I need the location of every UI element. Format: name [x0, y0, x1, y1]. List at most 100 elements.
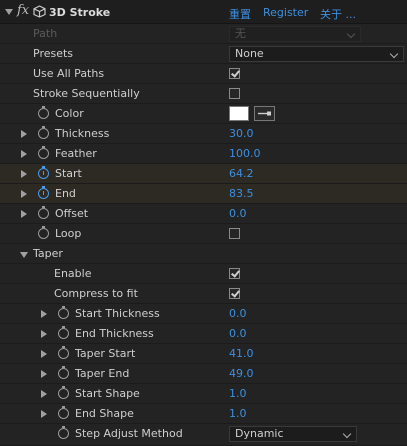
stopwatch-icon[interactable] [58, 346, 69, 359]
presets-dropdown-value: None [235, 47, 264, 60]
stopwatch-active-icon[interactable] [38, 186, 49, 199]
row-stroke-sequentially: Stroke Sequentially [0, 84, 407, 104]
end-shape-label: End Shape [75, 407, 134, 420]
step-adjust-method-dropdown[interactable]: Dynamic [229, 426, 357, 442]
compress-to-fit-checkbox[interactable] [229, 288, 240, 299]
register-link[interactable]: Register [263, 6, 308, 19]
enable-checkbox[interactable] [229, 268, 240, 279]
expand-triangle-icon[interactable] [41, 370, 47, 378]
effect-header: fx 3D Stroke 重置 Register 关于 ... [0, 0, 407, 24]
taper-group-label: Taper [33, 247, 63, 260]
chevron-down-icon [342, 429, 352, 439]
stopwatch-icon[interactable] [38, 206, 49, 219]
color-swatch[interactable] [229, 106, 249, 121]
end-value[interactable]: 83.5 [229, 184, 254, 204]
row-thickness: Thickness 30.0 [0, 124, 407, 144]
effect-controls-panel: fx 3D Stroke 重置 Register 关于 ... Path 无 P… [0, 0, 407, 446]
loop-checkbox[interactable] [229, 228, 240, 239]
row-taper-start: Taper Start 41.0 [0, 344, 407, 364]
taper-start-label: Taper Start [75, 347, 136, 360]
start-shape-value[interactable]: 1.0 [229, 384, 247, 404]
stopwatch-active-icon[interactable] [38, 166, 49, 179]
presets-dropdown[interactable]: None [229, 46, 404, 62]
taper-end-value[interactable]: 49.0 [229, 364, 254, 384]
collapse-triangle-icon[interactable] [20, 252, 28, 258]
about-link[interactable]: 关于 ... [320, 6, 356, 22]
fx-icon[interactable]: fx [17, 3, 29, 18]
taper-start-value[interactable]: 41.0 [229, 344, 254, 364]
end-shape-value[interactable]: 1.0 [229, 404, 247, 424]
offset-value[interactable]: 0.0 [229, 204, 247, 224]
stopwatch-icon[interactable] [58, 386, 69, 399]
offset-label: Offset [55, 207, 89, 220]
collapse-triangle-icon[interactable] [5, 9, 13, 15]
compress-to-fit-label: Compress to fit [54, 287, 138, 300]
use-all-paths-checkbox[interactable] [229, 68, 240, 79]
row-feather: Feather 100.0 [0, 144, 407, 164]
end-thickness-label: End Thickness [75, 327, 154, 340]
stopwatch-icon[interactable] [38, 226, 49, 239]
stopwatch-icon[interactable] [38, 146, 49, 159]
thickness-label: Thickness [55, 127, 110, 140]
reset-link[interactable]: 重置 [229, 6, 251, 22]
use-all-paths-label: Use All Paths [33, 67, 105, 80]
row-taper-end: Taper End 49.0 [0, 364, 407, 384]
row-end-thickness: End Thickness 0.0 [0, 324, 407, 344]
start-thickness-value[interactable]: 0.0 [229, 304, 247, 324]
row-use-all-paths: Use All Paths [0, 64, 407, 84]
start-value[interactable]: 64.2 [229, 164, 254, 184]
stopwatch-icon[interactable] [58, 426, 69, 439]
row-start: Start 64.2 [0, 164, 407, 184]
expand-triangle-icon[interactable] [21, 150, 27, 158]
stopwatch-icon[interactable] [58, 406, 69, 419]
plugin-cube-icon [33, 5, 46, 18]
color-label: Color [55, 107, 84, 120]
feather-value[interactable]: 100.0 [229, 144, 261, 164]
row-end-shape: End Shape 1.0 [0, 404, 407, 424]
expand-triangle-icon[interactable] [41, 410, 47, 418]
path-dropdown[interactable]: 无 [229, 26, 361, 42]
start-shape-label: Start Shape [75, 387, 140, 400]
stopwatch-icon[interactable] [58, 306, 69, 319]
row-color: Color [0, 104, 407, 124]
row-offset: Offset 0.0 [0, 204, 407, 224]
eyedropper-icon [258, 111, 271, 116]
start-label: Start [55, 167, 82, 180]
expand-triangle-icon[interactable] [21, 210, 27, 218]
expand-triangle-icon[interactable] [21, 190, 27, 198]
row-compress-to-fit: Compress to fit [0, 284, 407, 304]
path-label: Path [33, 27, 58, 40]
row-path: Path 无 [0, 24, 407, 44]
expand-triangle-icon[interactable] [41, 350, 47, 358]
stopwatch-icon[interactable] [38, 126, 49, 139]
thickness-value[interactable]: 30.0 [229, 124, 254, 144]
chevron-down-icon [346, 29, 356, 39]
expand-triangle-icon[interactable] [41, 310, 47, 318]
stopwatch-icon[interactable] [58, 366, 69, 379]
end-label: End [55, 187, 76, 200]
expand-triangle-icon[interactable] [21, 130, 27, 138]
presets-label: Presets [33, 47, 74, 60]
effect-name: 3D Stroke [49, 6, 111, 19]
start-thickness-label: Start Thickness [75, 307, 160, 320]
stroke-sequentially-checkbox[interactable] [229, 88, 240, 99]
eyedropper-button[interactable] [254, 106, 275, 121]
step-adjust-method-label: Step Adjust Method [75, 427, 183, 440]
expand-triangle-icon[interactable] [21, 170, 27, 178]
row-taper-group: Taper [0, 244, 407, 264]
taper-end-label: Taper End [75, 367, 130, 380]
path-dropdown-value: 无 [235, 27, 246, 40]
stopwatch-icon[interactable] [38, 106, 49, 119]
row-start-thickness: Start Thickness 0.0 [0, 304, 407, 324]
row-start-shape: Start Shape 1.0 [0, 384, 407, 404]
step-adjust-method-value: Dynamic [235, 427, 284, 440]
expand-triangle-icon[interactable] [41, 330, 47, 338]
feather-label: Feather [55, 147, 97, 160]
row-end: End 83.5 [0, 184, 407, 204]
row-presets: Presets None [0, 44, 407, 64]
stopwatch-icon[interactable] [58, 326, 69, 339]
chevron-down-icon [389, 49, 399, 59]
expand-triangle-icon[interactable] [41, 390, 47, 398]
end-thickness-value[interactable]: 0.0 [229, 324, 247, 344]
loop-label: Loop [55, 227, 82, 240]
